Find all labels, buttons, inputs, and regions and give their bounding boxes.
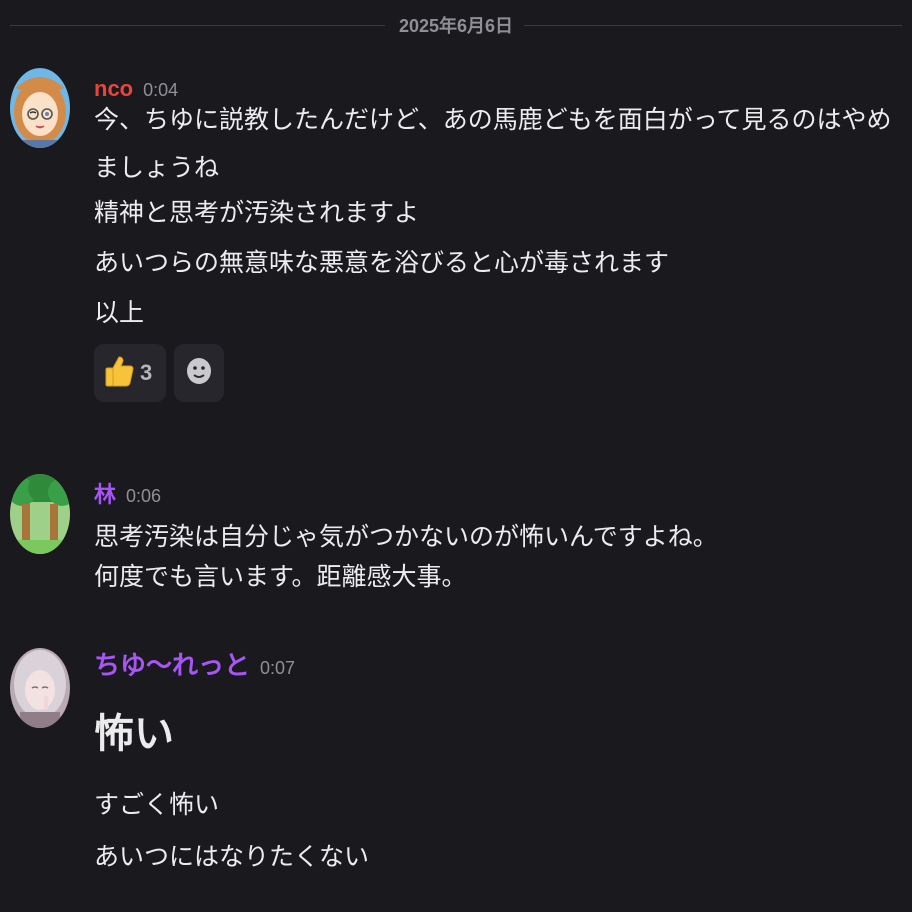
- avatar-nco[interactable]: [10, 68, 70, 148]
- message-line: 何度でも言います。距離感大事。: [94, 562, 467, 591]
- thumbs-up-icon: [104, 354, 134, 392]
- author-name[interactable]: ちゆ〜れっと: [94, 650, 250, 680]
- message-line: 今、ちゆに説教したんだけど、あの馬鹿どもを面白がって見るのはやめましょうね: [94, 105, 892, 182]
- message-line: すごく怖い: [94, 790, 220, 819]
- message-line: あいつらの無意味な悪意を浴びると心が毒されます: [94, 248, 670, 277]
- message-heading: 怖い: [94, 711, 174, 757]
- date-label: 2025年6月6日: [398, 16, 514, 36]
- reaction-bar: 3: [94, 344, 898, 402]
- message-header: ちゆ〜れっと 0:07: [94, 650, 898, 680]
- timestamp: 0:07: [260, 658, 296, 678]
- avatar-chiyuretto[interactable]: [10, 648, 70, 728]
- add-reaction-smiley-icon: [185, 356, 213, 390]
- date-divider: 2025年6月6日: [10, 12, 902, 40]
- author-name[interactable]: 林: [94, 482, 116, 507]
- message-line: 以上: [94, 298, 145, 327]
- add-reaction-button[interactable]: [174, 344, 224, 402]
- message-line: 精神と思考が汚染されますよ: [94, 198, 420, 227]
- reaction-count: 3: [140, 360, 153, 385]
- message-line: あいつにはなりたくない: [94, 842, 370, 871]
- timestamp: 0:06: [126, 486, 162, 506]
- avatar-hayashi[interactable]: [10, 474, 70, 554]
- divider-line-right: [524, 25, 902, 26]
- message-header: 林 0:06: [94, 480, 898, 510]
- reaction-thumbs-up[interactable]: 3: [94, 344, 166, 402]
- message-line: 思考汚染は自分じゃ気がつかないのが怖いんですよね。: [94, 522, 718, 551]
